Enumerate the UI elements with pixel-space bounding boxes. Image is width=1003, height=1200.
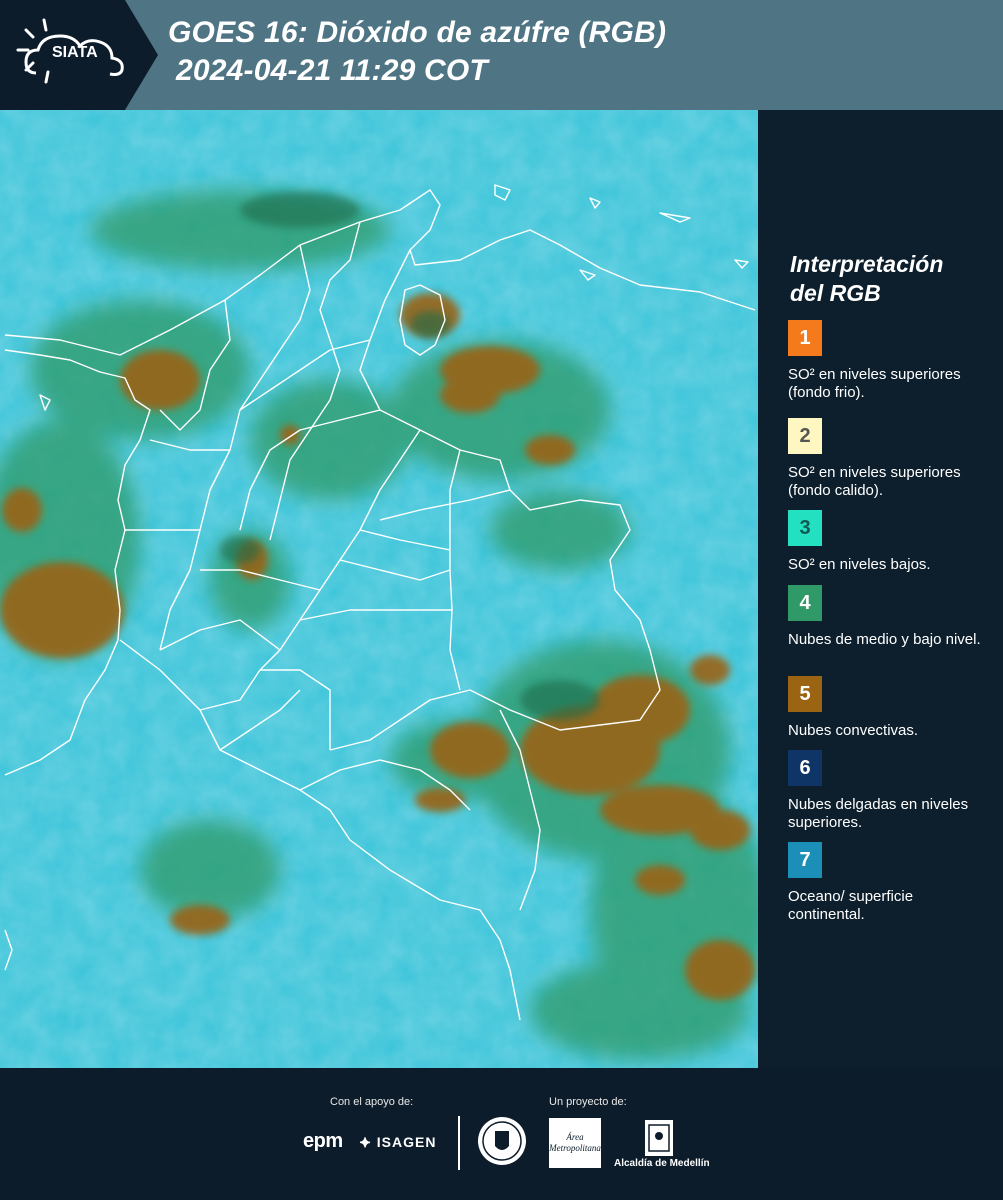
legend-title-line2: del RGB <box>790 280 881 306</box>
legend-swatch-5: 5 <box>788 676 822 712</box>
legend-item-4: 4 Nubes de medio y bajo nivel. <box>788 585 993 649</box>
area-metropolitana-text: Área Metropolitana <box>549 1132 601 1153</box>
legend-panel: Interpretación del RGB 1 SO² en niveles … <box>758 110 1003 1068</box>
legend-swatch-6: 6 <box>788 750 822 786</box>
header: SIATA GOES 16: Dióxido de azúfre (RGB) 2… <box>0 0 1003 110</box>
satellite-map[interactable] <box>0 110 758 1068</box>
legend-swatch-2: 2 <box>788 418 822 454</box>
legend-swatch-4: 4 <box>788 585 822 621</box>
legend-item-6: 6 Nubes delgadas en niveles superiores. <box>788 750 993 832</box>
legend-item-2: 2 SO² en niveles superiores (fondo calid… <box>788 418 993 500</box>
alcaldia-logo[interactable]: Alcaldía de Medellín <box>614 1118 710 1170</box>
legend-swatch-7: 7 <box>788 842 822 878</box>
support-label: Con el apoyo de: <box>330 1096 414 1108</box>
project-label: Un proyecto de: <box>549 1096 627 1108</box>
page-title: GOES 16: Dióxido de azúfre (RGB) 2024-04… <box>168 14 666 90</box>
legend-item-7: 7 Oceano/ superficie continental. <box>788 842 993 924</box>
isagen-text: ISAGEN <box>376 1134 437 1150</box>
medellin-seal-icon[interactable] <box>477 1116 527 1166</box>
legend-label-6: Nubes delgadas en niveles superiores. <box>788 796 969 831</box>
footer-divider <box>458 1116 460 1170</box>
alcaldia-text: Alcaldía de Medellín <box>614 1158 710 1169</box>
legend-item-5: 5 Nubes convectivas. <box>788 676 993 740</box>
legend-label-3: SO² en niveles bajos. <box>788 556 931 573</box>
isagen-logo[interactable]: ⯌ ISAGEN <box>360 1134 436 1151</box>
legend-label-2: SO² en niveles superiores (fondo calido)… <box>788 464 961 499</box>
legend-title-line1: Interpretación <box>790 251 944 277</box>
epm-logo[interactable]: epm <box>303 1130 343 1153</box>
alcaldia-emblem-icon <box>645 1120 673 1156</box>
legend-title: Interpretación del RGB <box>790 250 943 308</box>
legend-item-3: 3 SO² en niveles bajos. <box>788 510 993 574</box>
siata-logo[interactable]: SIATA <box>0 0 160 110</box>
legend-swatch-3: 3 <box>788 510 822 546</box>
legend-label-5: Nubes convectivas. <box>788 722 919 739</box>
area-metropolitana-logo[interactable]: Área Metropolitana <box>549 1118 601 1168</box>
legend-label-7: Oceano/ superficie continental. <box>788 888 914 923</box>
footer: Con el apoyo de: Un proyecto de: epm ⯌ I… <box>0 1068 1003 1200</box>
legend-swatch-1: 1 <box>788 320 822 356</box>
legend-label-4: Nubes de medio y bajo nivel. <box>788 631 981 648</box>
title-timestamp: 2024-04-21 11:29 COT <box>176 54 488 87</box>
title-product: GOES 16: Dióxido de azúfre (RGB) <box>168 16 667 49</box>
logo-text: SIATA <box>52 44 98 61</box>
legend-item-1: 1 SO² en niveles superiores (fondo frio)… <box>788 320 993 402</box>
legend-label-1: SO² en niveles superiores (fondo frio). <box>788 366 961 401</box>
isagen-icon: ⯌ <box>360 1134 372 1150</box>
